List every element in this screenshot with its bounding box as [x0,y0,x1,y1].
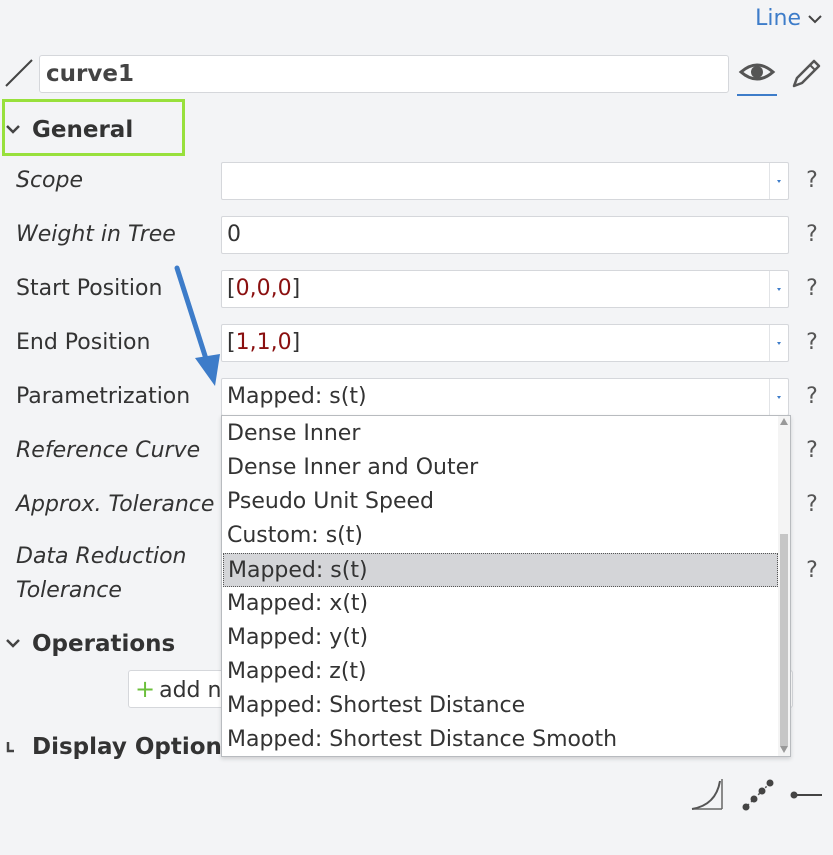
chevron-down-icon [6,125,20,134]
type-dropdown[interactable]: Line [755,6,823,31]
dropdown-arrow-icon [769,325,788,361]
section-operations-label: Operations [32,631,176,657]
scope-help-icon[interactable]: ? [801,162,823,200]
scroll-thumb[interactable] [780,534,788,746]
scroll-down-icon[interactable] [780,746,788,753]
reference-curve-help-icon[interactable]: ? [801,432,823,470]
type-label: Line [755,6,801,31]
reference-curve-label: Reference Curve [16,438,201,463]
points-icon[interactable] [738,775,778,815]
end-position-label: End Position [16,330,151,355]
dropdown-scrollbar[interactable] [778,416,790,756]
dropdown-option-selected[interactable]: Mapped: s(t) [223,553,778,587]
dropdown-arrow-icon [769,379,788,415]
approx-tolerance-label: Approx. Tolerance [16,492,215,517]
section-general-label: General [32,117,134,143]
weight-help-icon[interactable]: ? [801,216,823,254]
scope-label: Scope [16,168,84,193]
approx-tolerance-help-icon[interactable]: ? [801,486,823,524]
line-end-icon[interactable] [788,775,828,815]
parametrization-value: Mapped: s(t) [227,384,367,409]
parametrization-dropdown-list[interactable]: Dense Inner Dense Inner and Outer Pseudo… [221,415,791,757]
dropdown-option[interactable]: Custom: s(t) [223,519,778,553]
parametrization-select[interactable]: Mapped: s(t) [221,378,789,416]
start-position-input[interactable]: [0,0,0] [221,270,789,308]
dropdown-arrow-icon [769,163,788,199]
start-position-value: 0,0,0 [235,276,292,301]
dropdown-option[interactable]: Mapped: x(t) [223,587,778,621]
eye-icon [738,63,776,81]
add-operation-label: add n [159,678,222,703]
line-icon [5,59,33,87]
section-operations[interactable]: Operations [0,624,175,664]
weight-input[interactable]: 0 [221,216,789,254]
dropdown-option[interactable]: Mapped: Shortest Distance Smooth [223,723,778,756]
plus-icon: + [135,675,156,703]
end-position-value: 1,1,0 [235,330,292,355]
dropdown-option[interactable]: Mapped: y(t) [223,621,778,655]
curve-icon[interactable] [688,775,728,815]
data-reduction-label: Data Reduction [16,544,187,569]
pencil-icon [792,59,821,88]
section-display-options[interactable]: Display Options [0,727,236,767]
dropdown-option[interactable]: Dense Inner [223,417,778,451]
scope-select[interactable] [221,162,789,200]
edit-button[interactable] [788,56,824,92]
dropdown-option[interactable]: Mapped: Shortest Distance [223,689,778,723]
weight-value: 0 [227,222,241,247]
section-display-options-label: Display Options [32,734,236,760]
annotation-arrow-icon [174,265,220,386]
start-position-help-icon[interactable]: ? [801,270,823,308]
end-position-input[interactable]: [1,1,0] [221,324,789,362]
dropdown-arrow-icon [769,271,788,307]
object-name-input[interactable]: curve1 [39,55,729,93]
dropdown-option[interactable]: Pseudo Unit Speed [223,485,778,519]
start-position-label: Start Position [16,276,163,301]
scroll-up-icon[interactable] [780,418,788,425]
chevron-down-icon [808,14,822,23]
parametrization-help-icon[interactable]: ? [801,378,823,416]
data-reduction-tolerance-label: Tolerance [16,578,122,603]
parametrization-label: Parametrization [16,384,191,409]
chevron-down-icon [6,639,20,648]
visibility-toggle[interactable] [737,54,777,96]
end-position-help-icon[interactable]: ? [801,324,823,362]
section-general[interactable]: General [0,110,133,150]
dropdown-option[interactable]: Dense Inner and Outer [223,451,778,485]
chevron-right-icon [6,742,14,753]
weight-label: Weight in Tree [16,222,176,247]
dropdown-option[interactable]: Mapped: z(t) [223,655,778,689]
data-reduction-help-icon[interactable]: ? [801,552,823,590]
